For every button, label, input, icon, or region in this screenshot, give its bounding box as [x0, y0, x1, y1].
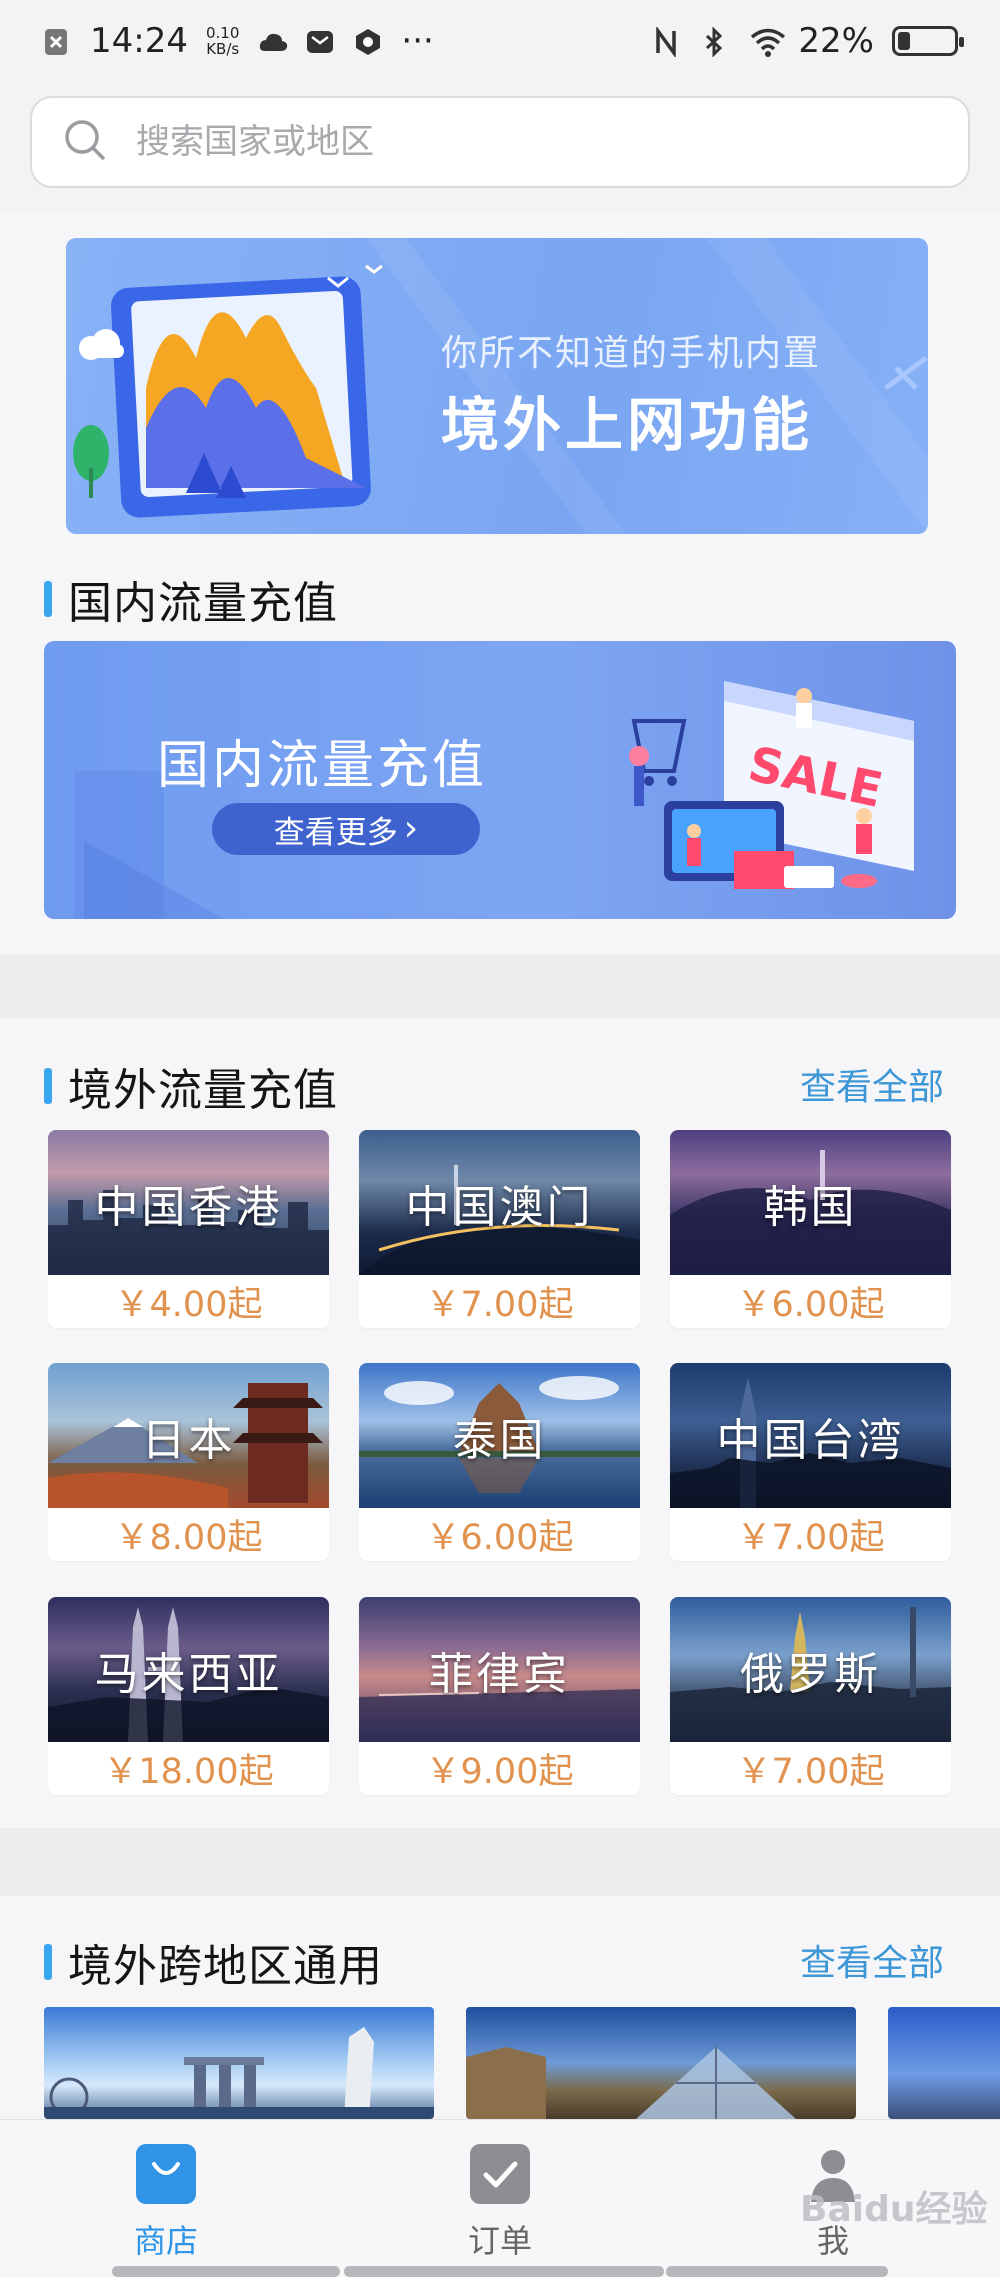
country-price: ￥7.00起 [425, 1285, 574, 1325]
country-name: 菲律宾 [429, 1648, 570, 1700]
section-overseas-header: 境外流量充值 [44, 1054, 338, 1118]
country-card-philippines[interactable]: 菲律宾 ￥9.00起 [359, 1597, 640, 1795]
section-cross-region-header: 境外跨地区通用 [44, 1930, 383, 1994]
korea-city-image: 韩国 [670, 1130, 951, 1275]
section-accent-bar [44, 581, 52, 617]
tab-orders[interactable]: 订单 [400, 2144, 600, 2262]
country-price: ￥7.00起 [736, 1752, 885, 1792]
domestic-banner-title: 国内流量充值 [157, 736, 488, 796]
country-name: 中国香港 [94, 1181, 283, 1233]
see-more-label: 查看更多 [273, 814, 398, 851]
country-card-malaysia[interactable]: 马来西亚 ￥18.00起 [48, 1597, 329, 1795]
status-time: 14:24 [90, 21, 188, 61]
country-card-macau[interactable]: 中国澳门 ￥7.00起 [359, 1130, 640, 1328]
taiwan-taipei101-image: 中国台湾 [670, 1363, 951, 1508]
domestic-data-banner[interactable]: SALE 国内流量充值 查看更多 › [44, 641, 956, 919]
japan-fuji-image: 日本 [48, 1363, 329, 1508]
section-accent-bar [44, 1068, 52, 1104]
chevron-right-icon: › [403, 808, 419, 849]
macau-bay-image: 中国澳门 [359, 1130, 640, 1275]
see-more-button[interactable]: 查看更多 › [212, 803, 480, 855]
country-name: 中国台湾 [716, 1414, 905, 1466]
country-name: 俄罗斯 [740, 1648, 881, 1700]
country-card-japan[interactable]: 日本 ￥8.00起 [48, 1363, 329, 1561]
section-divider [0, 955, 1000, 1018]
section-domestic-header: 国内流量充值 [44, 567, 338, 631]
country-price: ￥6.00起 [736, 1285, 885, 1325]
cloud-icon [257, 26, 288, 56]
section-cross-region-title: 境外跨地区通用 [68, 1941, 383, 1992]
country-name: 马来西亚 [94, 1648, 283, 1700]
banner-title: 境外上网功能 [441, 391, 814, 459]
country-name: 泰国 [452, 1414, 547, 1466]
notification-close-icon [42, 26, 72, 56]
country-price: ￥6.00起 [425, 1518, 574, 1558]
section-domestic-title: 国内流量充值 [68, 578, 338, 629]
country-card-hongkong[interactable]: 中国香港 ￥4.00起 [48, 1130, 329, 1328]
tab-store[interactable]: 商店 [66, 2144, 266, 2262]
region-card-europe[interactable] [466, 2007, 856, 2119]
battery-percent: 22% [798, 21, 874, 61]
mail-icon [305, 26, 335, 56]
shopping-bag-icon [136, 2144, 196, 2204]
section-divider [0, 1828, 1000, 1896]
section-overseas-title: 境外流量充值 [68, 1065, 338, 1116]
more-notifications: ··· [401, 21, 434, 61]
overseas-see-all-link[interactable]: 查看全部 [800, 1058, 944, 1110]
tab-orders-label: 订单 [467, 2222, 532, 2260]
region-card-partial[interactable] [888, 2007, 1000, 2119]
singapore-skyline-graphic [44, 2027, 434, 2119]
thailand-temple-image: 泰国 [359, 1363, 640, 1508]
net-speed: 0.10 KB/s [205, 24, 240, 58]
promo-banner-overseas-internet[interactable]: 你所不知道的手机内置 境外上网功能 [66, 238, 928, 534]
search-bar[interactable] [30, 96, 970, 188]
country-card-korea[interactable]: 韩国 ￥6.00起 [670, 1130, 951, 1328]
russia-city-image: 俄罗斯 [670, 1597, 951, 1742]
country-card-taiwan[interactable]: 中国台湾 ￥7.00起 [670, 1363, 951, 1561]
country-name: 韩国 [763, 1181, 858, 1233]
region-card-singapore[interactable] [44, 2007, 434, 2119]
tab-store-label: 商店 [133, 2222, 198, 2260]
order-check-icon [470, 2144, 530, 2204]
country-card-thailand[interactable]: 泰国 ￥6.00起 [359, 1363, 640, 1561]
country-price: ￥7.00起 [736, 1518, 885, 1558]
nav-indicator [112, 2266, 340, 2277]
country-name: 中国澳门 [405, 1181, 594, 1233]
country-card-russia[interactable]: 俄罗斯 ￥7.00起 [670, 1597, 951, 1795]
battery-icon [892, 26, 964, 56]
banner-subtitle: 你所不知道的手机内置 [441, 333, 822, 374]
nfc-icon [654, 25, 684, 59]
bluetooth-icon [702, 26, 732, 58]
philippines-sunset-image: 菲律宾 [359, 1597, 640, 1742]
country-price: ￥4.00起 [114, 1285, 263, 1325]
hongkong-skyline-image: 中国香港 [48, 1130, 329, 1275]
country-price: ￥18.00起 [103, 1752, 274, 1792]
cross-region-see-all-link[interactable]: 查看全部 [800, 1934, 944, 1986]
nav-indicator [344, 2266, 664, 2277]
search-icon [62, 117, 108, 167]
section-accent-bar [44, 1944, 52, 1980]
shield-icon [353, 26, 383, 56]
country-name: 日本 [141, 1414, 236, 1466]
country-price: ￥9.00起 [425, 1752, 574, 1792]
country-price: ￥8.00起 [114, 1518, 263, 1558]
watermark: Baidu经验 [800, 2189, 988, 2230]
status-bar: 14:24 0.10 KB/s ··· 22% [0, 0, 1000, 82]
search-input[interactable] [136, 122, 916, 162]
nav-indicator [666, 2266, 888, 2277]
wifi-icon [750, 26, 786, 57]
louvre-graphic [466, 2047, 796, 2119]
malaysia-towers-image: 马来西亚 [48, 1597, 329, 1742]
